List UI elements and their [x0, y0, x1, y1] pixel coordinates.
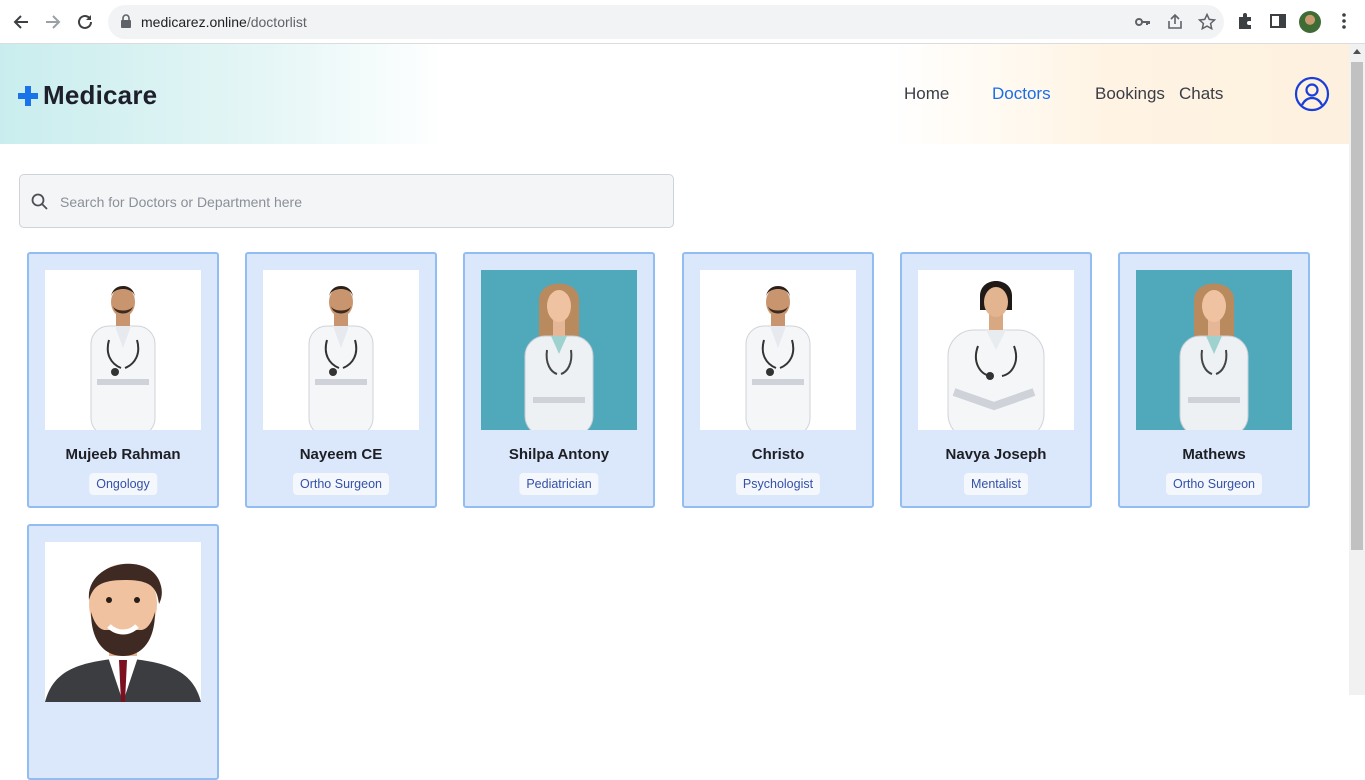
search-input[interactable] — [60, 188, 650, 216]
lock-icon — [120, 14, 132, 33]
url-text: medicarez.online/doctorlist — [141, 14, 307, 30]
doctor-photo — [700, 270, 856, 430]
doctor-photo — [263, 270, 419, 430]
site-header: Medicare Home Doctors Bookings Chats — [0, 44, 1349, 144]
url-host: medicarez.online — [141, 14, 247, 30]
doctor-name: Mathews — [1182, 446, 1246, 463]
nav-bookings[interactable]: Bookings — [1095, 84, 1165, 104]
department-badge: Pediatrician — [519, 473, 599, 495]
extensions-puzzle-icon[interactable] — [1236, 11, 1258, 33]
forward-icon[interactable] — [41, 10, 65, 34]
doctor-name: Christo — [751, 446, 805, 463]
nav-doctors[interactable]: Doctors — [992, 84, 1051, 104]
search-box[interactable] — [19, 174, 674, 228]
department-badge: Psychologist — [735, 473, 821, 495]
share-icon[interactable] — [1166, 13, 1184, 31]
doctor-photo — [481, 270, 637, 430]
doctor-card[interactable]: Shilpa Antony Pediatrician — [463, 252, 655, 508]
doctor-card[interactable]: Mathews Ortho Surgeon — [1118, 252, 1310, 508]
doctor-name: Shilpa Antony — [508, 446, 610, 463]
doctor-photo — [1136, 270, 1292, 430]
logo[interactable]: Medicare — [18, 80, 157, 111]
search-icon — [30, 192, 50, 212]
doctor-card[interactable]: Christo Psychologist — [682, 252, 874, 508]
doctor-name: Nayeem CE — [299, 446, 383, 463]
kebab-menu-icon[interactable] — [1334, 11, 1356, 33]
scrollbar-thumb[interactable] — [1351, 62, 1363, 550]
doctor-card[interactable]: Mujeeb Rahman Ongology — [27, 252, 219, 508]
doctor-photo — [45, 542, 201, 702]
side-panel-icon[interactable] — [1268, 11, 1290, 33]
nav-chats[interactable]: Chats — [1179, 84, 1223, 104]
doctor-card[interactable] — [27, 524, 219, 780]
back-icon[interactable] — [9, 10, 33, 34]
doctor-photo — [45, 270, 201, 430]
bookmark-star-icon[interactable] — [1197, 12, 1217, 31]
brand-name: Medicare — [43, 80, 158, 110]
doctor-card[interactable]: Navya Joseph Mentalist — [900, 252, 1092, 508]
department-badge: Ortho Surgeon — [293, 473, 389, 495]
doctor-card[interactable]: Nayeem CE Ortho Surgeon — [245, 252, 437, 508]
scroll-up-arrow-icon[interactable] — [1353, 49, 1361, 54]
department-badge: Mentalist — [963, 473, 1029, 495]
key-icon[interactable] — [1134, 13, 1152, 31]
browser-toolbar: medicarez.online/doctorlist — [0, 0, 1365, 44]
reload-icon[interactable] — [73, 10, 97, 34]
url-path: /doctorlist — [246, 14, 307, 30]
medical-cross-icon — [18, 85, 38, 106]
user-profile-icon[interactable] — [1294, 76, 1330, 112]
doctor-name: Mujeeb Rahman — [65, 446, 181, 463]
doctor-photo — [918, 270, 1074, 430]
doctor-name: Navya Joseph — [945, 446, 1047, 463]
page-scrollbar[interactable] — [1349, 44, 1365, 695]
nav-home[interactable]: Home — [904, 84, 949, 104]
department-badge: Ongology — [89, 473, 157, 495]
browser-profile-avatar[interactable] — [1299, 11, 1321, 33]
department-badge: Ortho Surgeon — [1166, 473, 1262, 495]
address-bar[interactable]: medicarez.online/doctorlist — [108, 5, 1224, 39]
